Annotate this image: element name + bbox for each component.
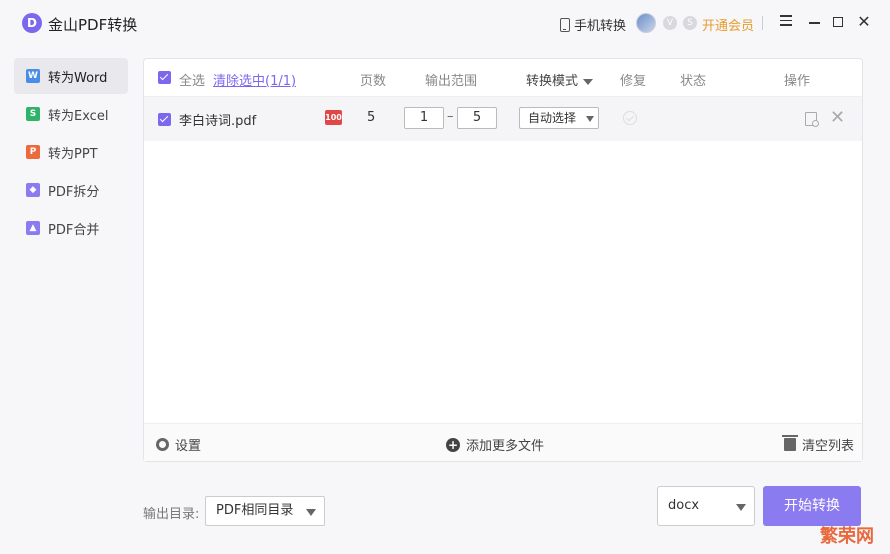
repair-check-icon[interactable] xyxy=(623,111,637,125)
file-name: 李白诗词.pdf xyxy=(179,114,257,129)
app-title: 金山PDF转换 xyxy=(48,16,138,34)
delete-icon[interactable]: ✕ xyxy=(830,107,845,128)
titlebar-divider xyxy=(762,16,763,30)
chevron-down-icon xyxy=(306,509,316,516)
header-range: 输出范围 xyxy=(425,74,478,89)
header-status: 状态 xyxy=(680,74,707,89)
trash-icon xyxy=(782,435,798,451)
header-actions: 操作 xyxy=(784,74,811,89)
watermark: 繁荣网 xyxy=(820,526,874,547)
range-from-input[interactable]: 1 xyxy=(404,107,444,129)
mode-select[interactable]: 自动选择 xyxy=(519,107,599,129)
output-dir-label: 输出目录: xyxy=(143,507,200,522)
phone-convert-button[interactable]: 手机转换 xyxy=(560,15,626,34)
select-all-label[interactable]: 全选 xyxy=(179,70,205,89)
phone-convert-label: 手机转换 xyxy=(574,19,627,34)
header-repair: 修复 xyxy=(620,74,647,89)
close-icon[interactable]: ✕ xyxy=(854,12,874,32)
hundred-points-icon: 100 xyxy=(325,110,342,125)
settings-label: 设置 xyxy=(175,439,202,454)
merge-icon: ▲ xyxy=(26,221,40,235)
clear-selected-link[interactable]: 清除选中(1/1) xyxy=(213,70,296,89)
header-pages: 页数 xyxy=(360,74,387,89)
chevron-down-icon xyxy=(583,78,594,85)
sidebar-item-pdf-split[interactable]: ◆ PDF拆分 xyxy=(14,172,128,208)
sidebar-item-label: 转为PPT xyxy=(48,146,98,162)
start-convert-button[interactable]: 开始转换 xyxy=(763,486,861,526)
vip-badge-icon: V xyxy=(663,16,677,30)
header-mode[interactable]: 转换模式 xyxy=(526,70,594,89)
clear-list-button[interactable]: 清空列表 xyxy=(782,435,855,454)
chevron-down-icon xyxy=(586,116,594,122)
sidebar-item-label: 转为Word xyxy=(48,70,108,86)
sidebar: W 转为Word S 转为Excel P 转为PPT ◆ PDF拆分 ▲ PDF… xyxy=(14,58,128,248)
chevron-down-icon xyxy=(736,504,746,511)
title-bar: D 金山PDF转换 手机转换 V S 开通会员 ✕ xyxy=(0,0,890,46)
range-to-input[interactable]: 5 xyxy=(457,107,497,129)
gear-icon xyxy=(156,438,169,451)
panel-footer: 设置 + 添加更多文件 清空列表 xyxy=(144,423,862,461)
svip-badge-icon: S xyxy=(683,16,697,30)
plus-icon: + xyxy=(446,437,460,452)
app-logo-icon: D xyxy=(22,13,42,33)
ppt-icon: P xyxy=(26,145,40,159)
output-dir-value: PDF相同目录 xyxy=(216,503,294,518)
header-mode-label: 转换模式 xyxy=(526,74,579,89)
range-dash: – xyxy=(447,109,454,124)
format-value: docx xyxy=(668,498,700,513)
row-checkbox[interactable] xyxy=(158,113,171,126)
table-header: 全选 清除选中(1/1) 页数 输出范围 转换模式 修复 状态 操作 xyxy=(144,59,862,97)
split-icon: ◆ xyxy=(26,183,40,197)
menu-icon[interactable] xyxy=(776,12,796,32)
page-count: 5 xyxy=(367,110,376,125)
sidebar-item-to-word[interactable]: W 转为Word xyxy=(14,58,128,94)
sidebar-item-to-excel[interactable]: S 转为Excel xyxy=(14,96,128,132)
excel-icon: S xyxy=(26,107,40,121)
select-all-checkbox[interactable] xyxy=(158,71,171,84)
settings-button[interactable]: 设置 xyxy=(156,435,201,454)
output-dir-select[interactable]: PDF相同目录 xyxy=(205,496,325,526)
sidebar-item-label: 转为Excel xyxy=(48,108,109,124)
phone-icon xyxy=(560,17,570,32)
clear-list-label: 清空列表 xyxy=(802,439,855,454)
file-list-panel: 全选 清除选中(1/1) 页数 输出范围 转换模式 修复 状态 操作 李白诗词.… xyxy=(143,58,863,462)
maximize-icon[interactable] xyxy=(828,12,848,32)
open-vip-link[interactable]: 开通会员 xyxy=(702,15,754,34)
preview-icon[interactable] xyxy=(805,112,819,127)
table-row: 李白诗词.pdf 100 5 1 – 5 自动选择 ✕ xyxy=(144,97,862,141)
word-icon: W xyxy=(26,69,40,83)
sidebar-item-to-ppt[interactable]: P 转为PPT xyxy=(14,134,128,170)
avatar[interactable] xyxy=(636,13,656,33)
format-select[interactable]: docx xyxy=(657,486,755,526)
sidebar-item-pdf-merge[interactable]: ▲ PDF合并 xyxy=(14,210,128,246)
add-more-files-button[interactable]: + 添加更多文件 xyxy=(446,435,544,454)
add-more-label: 添加更多文件 xyxy=(466,439,545,454)
sidebar-item-label: PDF合并 xyxy=(48,222,100,238)
minimize-icon[interactable] xyxy=(804,12,824,32)
sidebar-item-label: PDF拆分 xyxy=(48,184,100,200)
mode-select-value: 自动选择 xyxy=(528,111,577,125)
